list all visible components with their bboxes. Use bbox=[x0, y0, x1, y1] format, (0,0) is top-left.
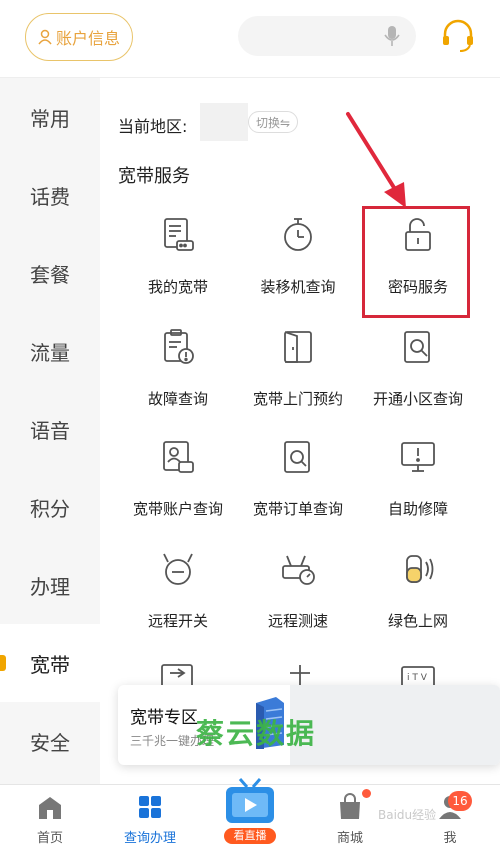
arrow-annotation-icon bbox=[346, 112, 406, 208]
door-icon bbox=[284, 331, 312, 363]
nav-mall-label: 商城 bbox=[336, 831, 363, 845]
service-home-appointment[interactable]: 宽带上门预约 bbox=[238, 318, 358, 428]
region-value bbox=[200, 103, 248, 141]
region-label: 当前地区: bbox=[118, 117, 188, 136]
service-label: 自助修障 bbox=[387, 500, 448, 518]
service-label: 绿色上网 bbox=[387, 612, 448, 630]
mall-notification-dot bbox=[362, 789, 371, 798]
user-icon bbox=[38, 29, 52, 45]
fault-doc-icon bbox=[164, 329, 194, 364]
nav-me-label: 我 bbox=[443, 831, 457, 845]
service-install-query[interactable]: 装移机查询 bbox=[238, 206, 358, 316]
category-sidebar: 常用 话费 套餐 流量 语音 积分 办理 宽带 安全 bbox=[0, 78, 100, 784]
service-green-net[interactable]: 绿色上网 bbox=[358, 540, 478, 650]
nav-query-label: 查询办理 bbox=[123, 831, 176, 845]
monitor-alert-icon bbox=[401, 442, 435, 472]
service-fault-query[interactable]: 故障查询 bbox=[118, 318, 238, 428]
service-account-query[interactable]: 宽带账户查询 bbox=[118, 428, 238, 538]
promo-banner-area bbox=[290, 685, 500, 765]
search-input[interactable] bbox=[238, 16, 416, 56]
remote-switch-icon bbox=[163, 553, 193, 585]
category-phone-fee[interactable]: 话费 bbox=[0, 156, 100, 234]
nav-query[interactable]: 查询办理 bbox=[100, 785, 200, 845]
order-search-icon bbox=[284, 441, 310, 473]
category-package[interactable]: 套餐 bbox=[0, 234, 100, 312]
category-data[interactable]: 流量 bbox=[0, 312, 100, 390]
iptv-icon-text: i T V bbox=[407, 673, 427, 683]
nav-live[interactable]: 看直播 bbox=[200, 778, 300, 845]
green-net-icon bbox=[406, 555, 434, 583]
service-remote-speedtest[interactable]: 远程测速 bbox=[238, 540, 358, 650]
service-self-repair[interactable]: 自助修障 bbox=[358, 428, 478, 538]
shopping-bag-icon bbox=[340, 793, 360, 819]
service-community-query[interactable]: 开通小区查询 bbox=[358, 318, 478, 428]
stopwatch-icon bbox=[284, 218, 312, 251]
me-badge: 16 bbox=[448, 791, 472, 811]
microphone-icon[interactable] bbox=[384, 25, 400, 47]
promo-title: 宽带专区 bbox=[130, 708, 198, 728]
category-common[interactable]: 常用 bbox=[0, 78, 100, 156]
nav-live-label: 看直播 bbox=[224, 828, 276, 844]
live-tv-icon bbox=[226, 778, 274, 823]
service-label: 故障查询 bbox=[147, 390, 208, 408]
speed-test-icon bbox=[282, 555, 315, 585]
watermark-text: 蔡云数据 bbox=[196, 717, 317, 750]
account-info-label: 账户信息 bbox=[55, 29, 120, 48]
highlight-box bbox=[362, 206, 470, 318]
service-label: 开通小区查询 bbox=[372, 390, 463, 408]
category-points[interactable]: 积分 bbox=[0, 468, 100, 546]
customer-service-icon[interactable] bbox=[440, 18, 476, 54]
search-doc-icon bbox=[404, 331, 430, 363]
section-title: 宽带服务 bbox=[118, 166, 190, 187]
category-voice[interactable]: 语音 bbox=[0, 390, 100, 468]
switch-region-button[interactable]: 切换⇋ bbox=[248, 111, 298, 133]
main-content: 当前地区: 切换⇋ 宽带服务 我的宽带 装移机查询 密码服务 故障查询 宽带上门… bbox=[100, 78, 500, 784]
nav-home[interactable]: 首页 bbox=[0, 785, 100, 845]
category-security[interactable]: 安全 bbox=[0, 702, 100, 780]
header: 账户信息 bbox=[0, 0, 500, 78]
service-my-broadband[interactable]: 我的宽带 bbox=[118, 206, 238, 316]
service-label: 装移机查询 bbox=[260, 278, 336, 296]
category-handle[interactable]: 办理 bbox=[0, 546, 100, 624]
service-label: 宽带上门预约 bbox=[252, 390, 343, 408]
service-label: 宽带账户查询 bbox=[132, 500, 223, 518]
broadband-doc-icon bbox=[164, 218, 194, 251]
grid-icon bbox=[139, 796, 161, 818]
home-icon bbox=[39, 797, 61, 819]
category-broadband[interactable]: 宽带 bbox=[0, 624, 100, 702]
account-info-button[interactable]: 账户信息 bbox=[25, 13, 133, 61]
service-label: 我的宽带 bbox=[147, 278, 208, 296]
nav-home-label: 首页 bbox=[36, 831, 63, 845]
service-label: 远程开关 bbox=[147, 612, 208, 630]
service-order-query[interactable]: 宽带订单查询 bbox=[238, 428, 358, 538]
account-doc-icon bbox=[163, 441, 194, 473]
service-label: 宽带订单查询 bbox=[252, 500, 343, 518]
service-label: 远程测速 bbox=[267, 612, 328, 630]
baidu-watermark: Baidu经验 bbox=[378, 808, 437, 822]
service-remote-switch[interactable]: 远程开关 bbox=[118, 540, 238, 650]
